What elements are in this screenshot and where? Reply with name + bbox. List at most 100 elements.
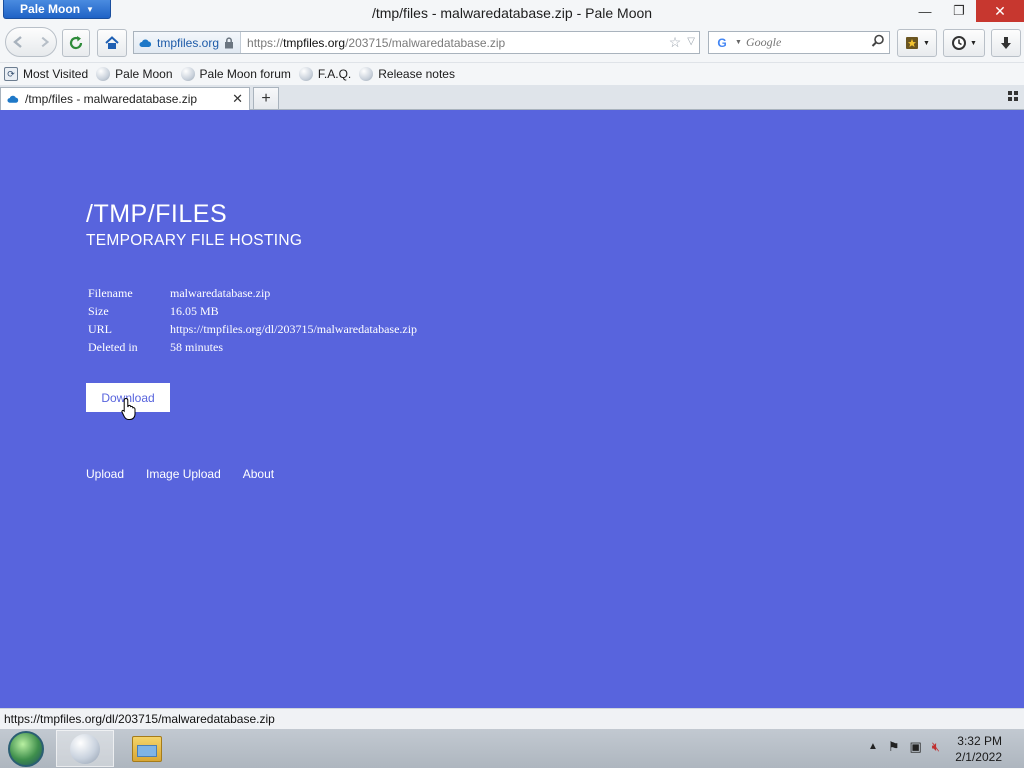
new-tab-button[interactable]: +: [253, 87, 279, 109]
info-value: 58 minutes: [170, 339, 223, 354]
search-icon[interactable]: [871, 34, 889, 51]
home-icon: [105, 36, 119, 49]
back-forward-group: [5, 27, 57, 57]
bookmarks-menu-button[interactable]: ▼: [897, 29, 937, 57]
page-subtitle: TEMPORARY FILE HOSTING: [86, 232, 303, 249]
identity-label: tmpfiles.org: [157, 35, 220, 50]
clock-date: 2/1/2022: [955, 750, 1002, 764]
search-input[interactable]: [745, 35, 866, 50]
page-content: /TMP/FILES TEMPORARY FILE HOSTING Filena…: [0, 110, 1024, 708]
engine-dropdown-icon[interactable]: ▼: [735, 39, 742, 46]
chevron-down-icon: ▼: [970, 39, 977, 47]
network-icon[interactable]: ▣: [910, 739, 922, 755]
start-button[interactable]: [8, 731, 44, 767]
page-title: /TMP/FILES: [86, 200, 228, 228]
forward-arrow-icon: [41, 36, 49, 48]
taskbar-pale-moon[interactable]: [56, 730, 114, 767]
search-bar[interactable]: G ▼: [708, 31, 890, 54]
bookmark-label: Release notes: [378, 67, 455, 81]
show-hidden-icons-icon[interactable]: ▲: [868, 739, 878, 755]
window-controls: — ❐ ✕: [908, 0, 1024, 22]
google-icon[interactable]: G: [709, 36, 735, 50]
image-upload-link[interactable]: Image Upload: [146, 467, 221, 481]
list-all-tabs-icon[interactable]: [1008, 91, 1018, 104]
forward-button[interactable]: [31, 28, 56, 56]
taskbar: ▲ ⚑ ▣ 🔇︎ 3:32 PM 2/1/2022: [0, 729, 1024, 768]
tab-title: /tmp/files - malwaredatabase.zip: [25, 92, 198, 106]
globe-icon: [359, 67, 374, 81]
url-dropdown-icon[interactable]: ▽: [687, 34, 695, 51]
reload-icon: [69, 36, 83, 50]
restore-button[interactable]: ❐: [942, 0, 976, 22]
info-value: malwaredatabase.zip: [170, 285, 271, 300]
taskbar-file-explorer[interactable]: [118, 730, 176, 767]
status-bar: https://tmpfiles.org/dl/203715/malwareda…: [0, 708, 1024, 729]
tab-active[interactable]: /tmp/files - malwaredatabase.zip ✕: [0, 87, 250, 110]
close-tab-icon[interactable]: ✕: [232, 91, 243, 107]
file-info-table: Filename malwaredatabase.zip Size 16.05 …: [86, 284, 419, 356]
clock-icon: [952, 36, 967, 50]
lock-icon: [225, 36, 234, 48]
download-arrow-icon: [1001, 37, 1011, 49]
folder-icon: [132, 735, 162, 762]
plus-icon: +: [261, 89, 271, 107]
bookmark-label: Pale Moon forum: [199, 67, 291, 81]
bookmark-label: Most Visited: [23, 67, 89, 81]
table-row: Deleted in 58 minutes: [86, 338, 419, 356]
info-key: Deleted in: [88, 339, 138, 354]
globe-icon: [180, 67, 195, 81]
info-key: URL: [88, 321, 112, 336]
navigation-toolbar: tmpfiles.org https://tmpfiles.org/203715…: [0, 26, 1024, 62]
minimize-button[interactable]: —: [908, 0, 942, 22]
info-value: https://tmpfiles.org/dl/203715/malwareda…: [170, 321, 418, 336]
chevron-down-icon: ▼: [923, 39, 930, 47]
window-title: /tmp/files - malwaredatabase.zip - Pale …: [371, 5, 653, 21]
system-clock[interactable]: 3:32 PM 2/1/2022: [955, 733, 1002, 765]
download-button[interactable]: Download: [86, 383, 170, 412]
volume-muted-icon[interactable]: 🔇︎: [932, 739, 940, 755]
footer-links: Upload Image Upload About: [86, 467, 274, 481]
bookmark-pale-moon-forum[interactable]: Pale Moon forum: [180, 67, 291, 81]
most-visited-icon: ⟳: [4, 67, 18, 81]
bookmark-pale-moon[interactable]: Pale Moon: [96, 67, 173, 81]
title-bar: Pale Moon ▼ /tmp/files - malwaredatabase…: [0, 0, 1024, 26]
info-value: 16.05 MB: [170, 303, 219, 318]
history-menu-button[interactable]: ▼: [943, 29, 985, 57]
table-row: Size 16.05 MB: [86, 302, 419, 320]
back-button[interactable]: [6, 28, 31, 56]
bookmark-faq[interactable]: F.A.Q.: [298, 67, 352, 81]
upload-link[interactable]: Upload: [86, 467, 124, 481]
flag-icon[interactable]: ⚑: [888, 739, 900, 755]
table-row: Filename malwaredatabase.zip: [86, 284, 419, 302]
cloud-icon: [7, 95, 19, 103]
bookmark-release-notes[interactable]: Release notes: [359, 67, 455, 81]
url-path: /203715/malwaredatabase.zip: [345, 35, 506, 50]
url-scheme: https://: [247, 35, 284, 50]
about-link[interactable]: About: [243, 467, 274, 481]
bookmark-label: Pale Moon: [115, 67, 173, 81]
system-tray: ▲ ⚑ ▣ 🔇︎: [868, 739, 940, 755]
downloads-button[interactable]: [991, 29, 1021, 57]
site-identity-button[interactable]: tmpfiles.org: [134, 32, 242, 53]
back-arrow-icon: [12, 36, 22, 48]
bookmarks-toolbar: ⟳ Most Visited Pale Moon Pale Moon forum…: [0, 63, 1024, 85]
info-key: Size: [88, 303, 109, 318]
info-key: Filename: [88, 285, 133, 300]
url-host: tmpfiles.org: [283, 35, 346, 50]
bookmark-star-icon[interactable]: ☆: [669, 34, 682, 51]
table-row: URL https://tmpfiles.org/dl/203715/malwa…: [86, 320, 419, 338]
bookmarks-icon: [906, 37, 919, 49]
globe-icon: [298, 67, 313, 81]
home-button[interactable]: [97, 29, 127, 57]
bookmark-most-visited[interactable]: ⟳ Most Visited: [4, 67, 88, 81]
pale-moon-icon: [70, 733, 100, 764]
globe-icon: [96, 67, 111, 81]
tab-strip: /tmp/files - malwaredatabase.zip ✕ +: [0, 85, 1024, 110]
cloud-icon: [139, 39, 152, 47]
clock-time: 3:32 PM: [957, 734, 1002, 748]
bookmark-label: F.A.Q.: [317, 67, 352, 81]
reload-button[interactable]: [62, 29, 90, 57]
url-text[interactable]: https://tmpfiles.org/203715/malwaredatab…: [241, 36, 669, 50]
url-bar[interactable]: tmpfiles.org https://tmpfiles.org/203715…: [133, 31, 700, 54]
close-button[interactable]: ✕: [976, 0, 1024, 22]
